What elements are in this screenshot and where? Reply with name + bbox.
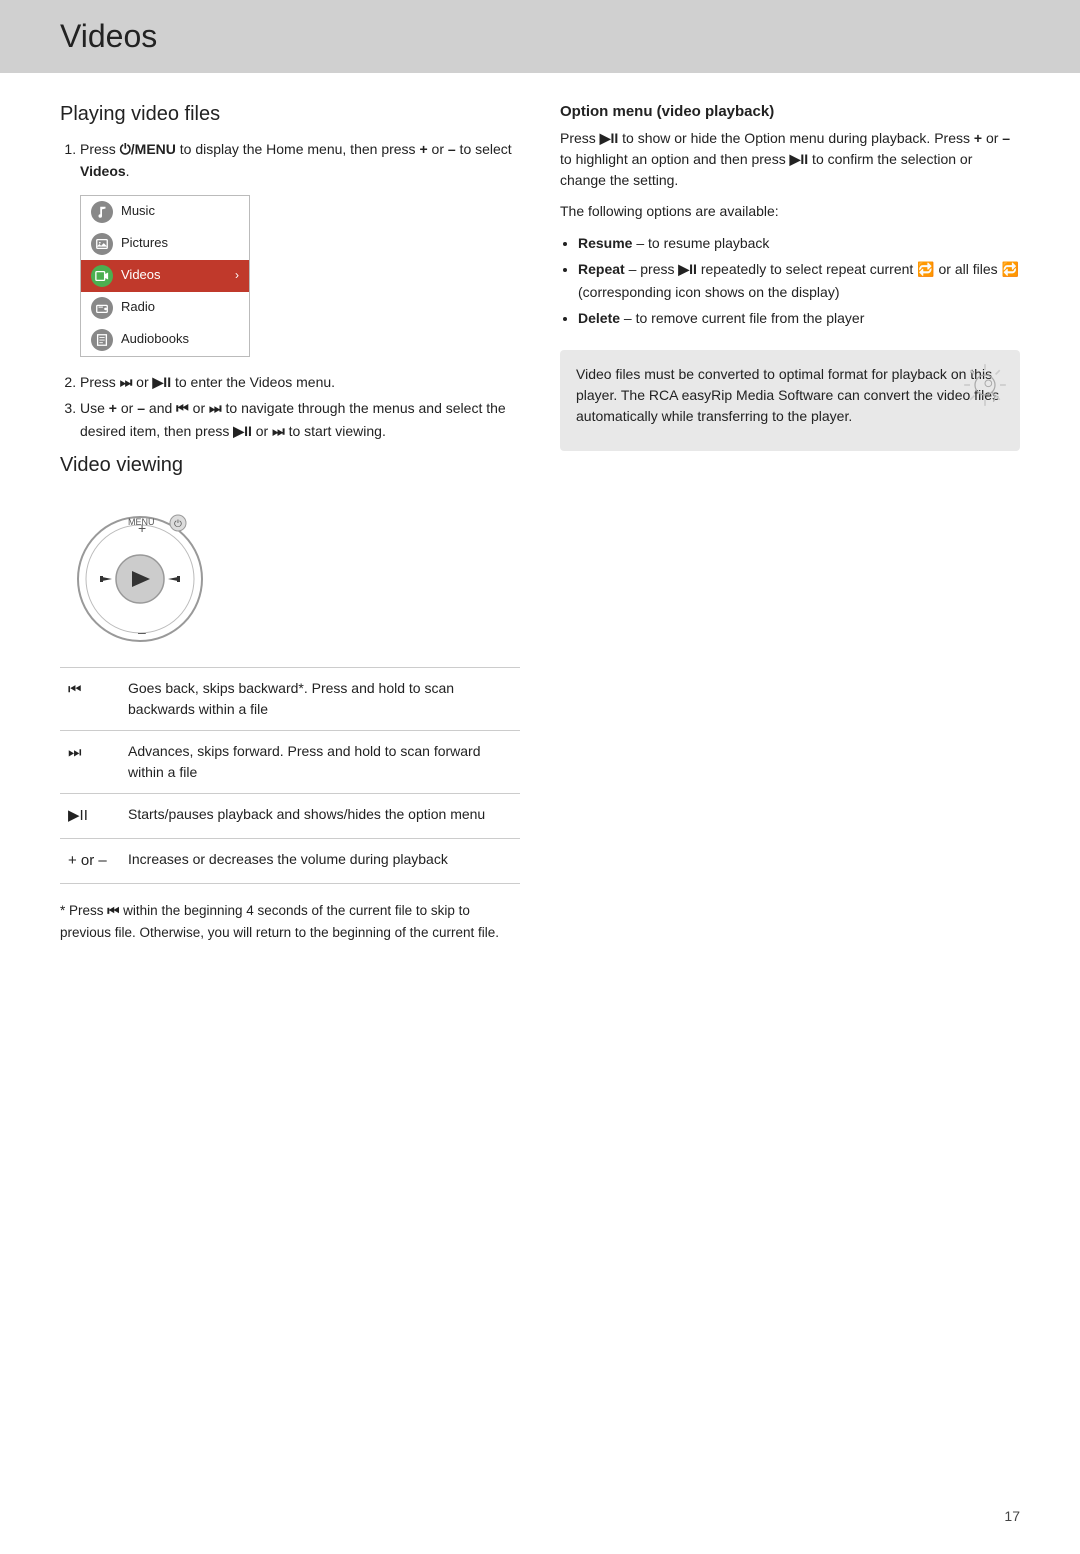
control-desc-skip-back: Goes back, skips backward*. Press and ho… — [120, 667, 520, 730]
main-content: Playing video files Press ⏻/MENU to disp… — [60, 103, 1020, 953]
menu-item-pictures: Pictures — [81, 228, 249, 260]
radio-icon — [91, 297, 113, 319]
table-row: + or – Increases or decreases the volume… — [60, 838, 520, 883]
svg-text:–: – — [138, 624, 146, 640]
page-title: Videos — [60, 18, 1020, 55]
svg-text:MENU: MENU — [128, 517, 155, 527]
table-row: ⏭ Advances, skips forward. Press and hol… — [60, 730, 520, 793]
step-3: Use + or – and ⏮ or ⏭ to navigate throug… — [80, 397, 520, 442]
footnote-text: * Press ⏮ within the beginning 4 seconds… — [60, 900, 520, 943]
section-viewing-title: Video viewing — [60, 454, 520, 477]
menu-item-audiobooks: Audiobooks — [81, 324, 249, 356]
control-desc-volume: Increases or decreases the volume during… — [120, 838, 520, 883]
option-menu-desc1: Press ▶II to show or hide the Option men… — [560, 128, 1020, 191]
steps-list: Press ⏻/MENU to display the Home menu, t… — [60, 138, 520, 442]
pictures-icon — [91, 233, 113, 255]
step1-text: Press ⏻/MENU to display the Home menu, t… — [80, 141, 512, 179]
page: Videos Playing video files Press ⏻/MENU … — [0, 0, 1080, 1554]
control-desc-play: Starts/pauses playback and shows/hides t… — [120, 793, 520, 838]
right-column: Option menu (video playback) Press ▶II t… — [560, 103, 1020, 953]
title-bar: Videos — [0, 0, 1080, 73]
options-list: Resume – to resume playback Repeat – pre… — [560, 232, 1020, 330]
left-column: Playing video files Press ⏻/MENU to disp… — [60, 103, 520, 953]
device-svg: + – MENU ⏻ — [60, 489, 220, 649]
control-symbol-play: ▶II — [60, 793, 120, 838]
step2-text: Press ⏭ or ▶II to enter the Videos menu. — [80, 374, 335, 390]
option-resume: Resume – to resume playback — [578, 232, 1020, 254]
device-illustration: + – MENU ⏻ — [60, 489, 220, 649]
controls-table: ⏮ Goes back, skips backward*. Press and … — [60, 667, 520, 884]
music-icon — [91, 201, 113, 223]
control-symbol-skip-back: ⏮ — [60, 667, 120, 730]
page-number: 17 — [1004, 1508, 1020, 1524]
control-desc-skip-fwd: Advances, skips forward. Press and hold … — [120, 730, 520, 793]
control-symbol-volume: + or – — [60, 838, 120, 883]
table-row: ⏮ Goes back, skips backward*. Press and … — [60, 667, 520, 730]
svg-text:⏻: ⏻ — [174, 519, 182, 530]
table-row: ▶II Starts/pauses playback and shows/hid… — [60, 793, 520, 838]
option-delete: Delete – to remove current file from the… — [578, 307, 1020, 329]
control-symbol-skip-fwd: ⏭ — [60, 730, 120, 793]
videos-icon — [91, 265, 113, 287]
step-2: Press ⏭ or ▶II to enter the Videos menu. — [80, 371, 520, 393]
note-box: Video files must be converted to optimal… — [560, 350, 1020, 451]
sunburst-icon — [960, 360, 1010, 410]
audiobooks-icon — [91, 329, 113, 351]
option-menu-title: Option menu (video playback) — [560, 103, 1020, 120]
menu-item-radio: Radio — [81, 292, 249, 324]
step3-text: Use + or – and ⏮ or ⏭ to navigate throug… — [80, 400, 506, 438]
note-text: Video files must be converted to optimal… — [576, 364, 1004, 427]
menu-item-videos: Videos › — [81, 260, 249, 292]
option-menu-desc2: The following options are available: — [560, 201, 1020, 222]
section-playing-title: Playing video files — [60, 103, 520, 126]
option-repeat: Repeat – press ▶II repeatedly to select … — [578, 258, 1020, 303]
step-1: Press ⏻/MENU to display the Home menu, t… — [80, 138, 520, 357]
menu-item-music: Music — [81, 196, 249, 228]
menu-screenshot: Music Pictures Videos — [80, 195, 250, 357]
